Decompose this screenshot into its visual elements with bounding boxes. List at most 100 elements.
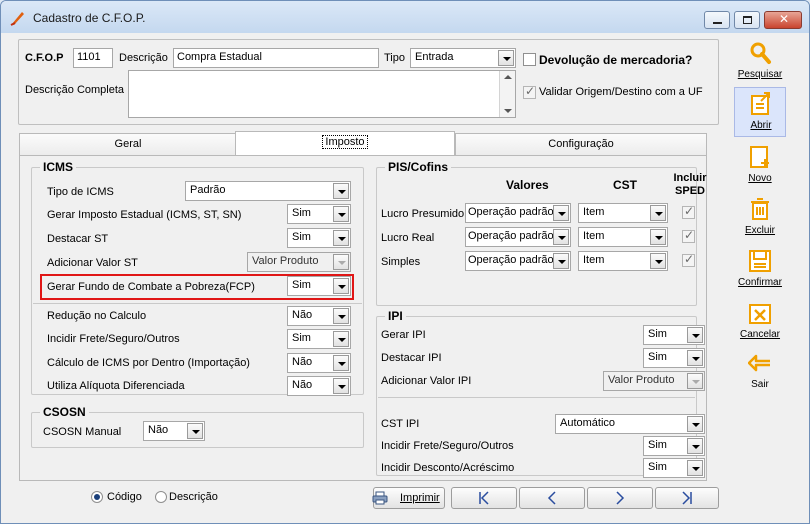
chevron-down-icon[interactable] (333, 183, 349, 199)
icms-destacar-st-label: Destacar ST (47, 233, 109, 245)
ipi-group: IPI Gerar IPI Sim Destacar IPI Sim Adici… (376, 309, 705, 478)
scroll-down-icon[interactable] (504, 109, 512, 113)
ipi-destacar-select[interactable]: Sim (643, 348, 705, 368)
ipi-frete-value: Sim (648, 439, 667, 451)
col-valores-header: Valores (506, 178, 549, 192)
devolucao-checkbox[interactable] (523, 53, 536, 66)
icms-destacar-st-select[interactable]: Sim (287, 228, 351, 248)
ipi-cst-value: Automático (560, 417, 616, 429)
confirmar-button[interactable]: Confirmar (734, 245, 786, 295)
pis-simples-incluir-checkbox[interactable] (682, 252, 695, 267)
chevron-down-icon[interactable] (687, 350, 703, 366)
abrir-label: Abrir (750, 120, 772, 131)
icms-reducao-select[interactable]: Não (287, 306, 351, 326)
open-icon (751, 92, 770, 115)
search-icon (750, 42, 771, 64)
descricao-input[interactable]: Compra Estadual (173, 48, 379, 68)
app-icon (10, 12, 24, 26)
tab-configuracao[interactable]: Configuração (455, 133, 707, 155)
maximize-button[interactable] (734, 11, 760, 29)
ipi-gerar-select[interactable]: Sim (643, 325, 705, 345)
chevron-down-icon[interactable] (553, 253, 569, 269)
tab-geral[interactable]: Geral (19, 133, 237, 155)
icms-frete-select[interactable]: Sim (287, 329, 351, 349)
validar-label: Validar Origem/Destino com a UF (539, 86, 703, 98)
chevron-down-icon[interactable] (650, 229, 666, 245)
scroll-up-icon[interactable] (504, 75, 512, 79)
previous-record-button[interactable] (519, 487, 585, 509)
chevron-down-icon[interactable] (650, 205, 666, 221)
next-record-button[interactable] (587, 487, 653, 509)
close-button[interactable]: ✕ (764, 11, 802, 29)
ipi-desconto-select[interactable]: Sim (643, 458, 705, 478)
pis-simples-cst-select[interactable]: Item (578, 251, 668, 271)
ipi-title: IPI (385, 309, 406, 323)
icms-fcp-label: Gerar Fundo de Combate a Pobreza(FCP) (47, 281, 255, 293)
minimize-button[interactable] (704, 11, 730, 29)
chevron-down-icon[interactable] (187, 423, 203, 439)
header-group: C.F.O.P 1101 Descrição Compra Estadual T… (18, 39, 719, 125)
tipo-select[interactable]: Entrada (410, 48, 516, 68)
cfop-label: C.F.O.P (25, 52, 64, 64)
icms-tipo-select[interactable]: Padrão (185, 181, 351, 201)
chevron-down-icon[interactable] (333, 308, 349, 324)
icms-aliquota-select[interactable]: Não (287, 376, 351, 396)
pis-presumido-valor-select[interactable]: Operação padrão (465, 203, 571, 223)
sair-button[interactable]: Sair (734, 347, 786, 397)
last-record-button[interactable] (655, 487, 719, 509)
tipo-value: Entrada (415, 51, 454, 63)
chevron-down-icon[interactable] (687, 438, 703, 454)
chevron-down-icon[interactable] (333, 355, 349, 371)
chevron-down-icon[interactable] (687, 327, 703, 343)
ipi-frete-select[interactable]: Sim (643, 436, 705, 456)
radio-descricao[interactable] (155, 491, 167, 503)
ipi-cst-select[interactable]: Automático (555, 414, 705, 434)
textarea-scrollbar[interactable] (499, 71, 515, 117)
icms-adicionar-st-select: Valor Produto (247, 252, 351, 272)
chevron-right-icon (616, 491, 625, 505)
pis-real-cst-select[interactable]: Item (578, 227, 668, 247)
novo-button[interactable]: Novo (734, 141, 786, 191)
cancelar-button[interactable]: Cancelar (734, 297, 786, 347)
chevron-down-icon[interactable] (687, 460, 703, 476)
chevron-down-icon[interactable] (333, 278, 349, 294)
icms-dentro-select[interactable]: Não (287, 353, 351, 373)
icms-gerar-select[interactable]: Sim (287, 204, 351, 224)
pis-presumido-cst-select[interactable]: Item (578, 203, 668, 223)
descricao-label: Descrição (119, 52, 168, 64)
csosn-manual-select[interactable]: Não (143, 421, 205, 441)
descricao-completa-textarea[interactable] (128, 70, 516, 118)
chevron-down-icon[interactable] (333, 230, 349, 246)
first-record-button[interactable] (451, 487, 517, 509)
chevron-down-icon[interactable] (333, 206, 349, 222)
excluir-button[interactable]: Excluir (734, 193, 786, 243)
pis-simples-valor-select[interactable]: Operação padrão (465, 251, 571, 271)
col-incluir-header: Incluir SPED (673, 172, 707, 197)
validar-checkbox[interactable] (523, 84, 536, 99)
chevron-down-icon[interactable] (687, 416, 703, 432)
trash-icon (751, 198, 769, 220)
pis-real-incluir-checkbox[interactable] (682, 228, 695, 243)
chevron-down-icon[interactable] (333, 378, 349, 394)
icms-frete-label: Incidir Frete/Seguro/Outros (47, 333, 180, 345)
title-bar: Cadastro de C.F.O.P. ✕ (1, 1, 809, 33)
chevron-down-icon[interactable] (650, 253, 666, 269)
icms-fcp-select[interactable]: Sim (287, 276, 351, 296)
pesquisar-button[interactable]: Pesquisar (734, 37, 786, 87)
col-cst-header: CST (613, 178, 637, 192)
chevron-down-icon[interactable] (553, 205, 569, 221)
pis-real-valor-select[interactable]: Operação padrão (465, 227, 571, 247)
pis-cofins-title: PIS/Cofins (385, 160, 452, 174)
pis-presumido-incluir-checkbox[interactable] (682, 204, 695, 219)
tab-imposto[interactable]: Imposto (235, 131, 455, 155)
chevron-down-icon[interactable] (553, 229, 569, 245)
radio-codigo-label: Código (107, 491, 142, 503)
devolucao-label: Devolução de mercadoria? (539, 53, 693, 67)
chevron-down-icon[interactable] (333, 331, 349, 347)
ipi-adicionar-label: Adicionar Valor IPI (381, 375, 472, 387)
radio-codigo[interactable] (91, 491, 103, 503)
cfop-input[interactable]: 1101 (73, 48, 113, 68)
chevron-down-icon[interactable] (498, 50, 514, 66)
imprimir-button[interactable]: Imprimir (372, 487, 445, 509)
abrir-button[interactable]: Abrir (734, 87, 786, 137)
